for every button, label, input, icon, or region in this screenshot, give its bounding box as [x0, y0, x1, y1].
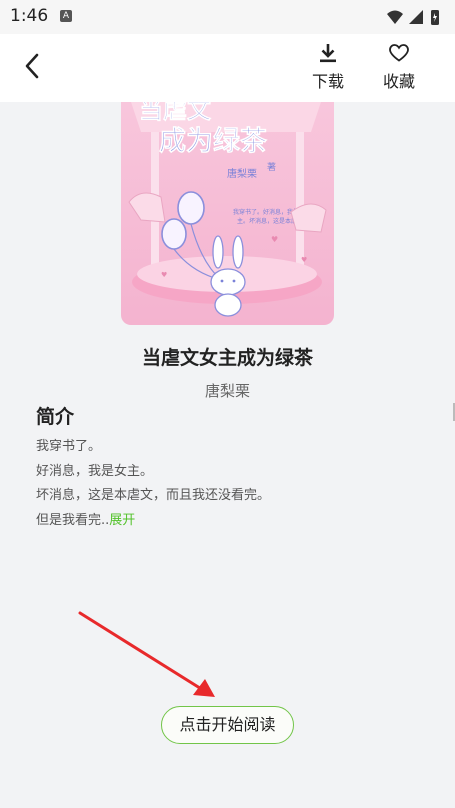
- chevron-left-icon: [25, 53, 39, 79]
- intro-line-last: 但是我看完..展开: [36, 511, 426, 536]
- svg-text:♥: ♥: [161, 271, 167, 279]
- signal-icon: [409, 10, 423, 24]
- book-title: 当虐文女主成为绿茶: [141, 347, 313, 369]
- start-reading-button[interactable]: 点击开始阅读: [161, 706, 294, 744]
- cover-author-suffix: 著: [267, 161, 276, 172]
- status-time: 1:46: [10, 6, 49, 26]
- collect-label: 收藏: [382, 72, 415, 91]
- svg-text:♥: ♥: [271, 235, 278, 244]
- expand-link[interactable]: 展开: [109, 513, 135, 528]
- intro-line: 我穿书了。: [36, 439, 102, 454]
- status-bar: 1:46 A: [0, 0, 455, 34]
- top-bar: 下载 收藏: [0, 34, 455, 102]
- svg-text:♥: ♥: [301, 256, 307, 264]
- intro-line: 坏消息，这是本虐文，而且我还没看完。: [36, 488, 271, 503]
- download-button[interactable]: 下载: [303, 42, 353, 94]
- intro-line: 好消息，我是女主。: [36, 463, 154, 479]
- status-icons: [387, 10, 439, 25]
- collect-button[interactable]: 收藏: [374, 42, 424, 94]
- download-label: 下载: [311, 72, 344, 91]
- cover-author: 唐梨栗: [227, 167, 257, 180]
- arrow-annotation: [78, 611, 215, 697]
- intro-line-truncated: 但是我看完..: [36, 512, 110, 528]
- book-author[interactable]: 唐梨栗: [0, 380, 455, 401]
- cover-title-main: 成为绿茶: [159, 126, 268, 156]
- back-button[interactable]: [18, 48, 48, 84]
- notification-icon: A: [60, 10, 72, 22]
- book-cover[interactable]: 当虐文 成为绿茶 唐梨栗 著 我穿书了。好消息，我是女 主。坏消息，这是本虐文 …: [121, 102, 334, 325]
- cover-title-top: 当虐文: [139, 102, 212, 124]
- cover-illustration: 当虐文 成为绿茶 唐梨栗 著 我穿书了。好消息，我是女 主。坏消息，这是本虐文 …: [121, 102, 334, 325]
- intro-heading: 简介: [36, 406, 75, 428]
- heart-icon: [389, 44, 409, 62]
- intro-text: 我穿书了。 好消息，我是女主。 坏消息，这是本虐文，而且我还没看完。 但是我看完…: [36, 437, 426, 535]
- download-icon: [320, 44, 336, 63]
- wifi-icon: [387, 10, 403, 24]
